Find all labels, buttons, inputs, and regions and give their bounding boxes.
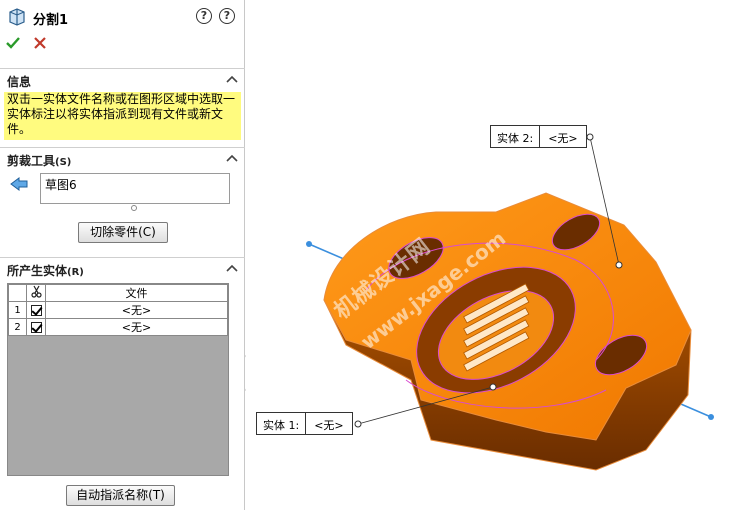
panel-titlebar: 分割1 ? ? (0, 0, 245, 34)
resulting-bodies-section-header[interactable]: 所产生实体(R) (0, 257, 245, 279)
body-1-label: 实体 1: (257, 413, 307, 434)
leader-anchor (489, 383, 497, 391)
graphics-area[interactable]: 机械设计网 www.jxage.com 实体 2: <无> 实体 1: <无> (246, 0, 748, 510)
resulting-bodies-section-title: 所产生实体(R) (7, 262, 84, 279)
info-section-title: 信息 (7, 75, 32, 89)
resulting-bodies-title-text: 所产生实体 (7, 264, 68, 278)
body-2-file[interactable]: <无> (540, 126, 585, 147)
body-checkbox[interactable] (30, 322, 42, 333)
chevron-up-icon[interactable] (226, 153, 238, 163)
chevron-up-icon[interactable] (226, 263, 238, 273)
resulting-bodies-table: 文件 1 <无> 2 <无> (7, 283, 229, 476)
body-checkbox-cell (26, 318, 46, 336)
scissors-column-header (26, 284, 46, 302)
chevron-up-icon[interactable] (226, 74, 238, 84)
trim-tools-title-key: (S) (55, 157, 72, 168)
cancel-button[interactable] (33, 36, 47, 50)
cut-part-button[interactable]: 切除零件(C) (78, 222, 168, 243)
axis-endpoint (708, 414, 714, 420)
split-feature-icon (9, 8, 25, 26)
trim-tool-selection-box[interactable]: 草图6 (40, 173, 230, 204)
file-column-header: 文件 (45, 284, 228, 302)
page-title: 分割1 (33, 13, 69, 28)
table-row[interactable]: 1 <无> (8, 301, 228, 319)
table-row[interactable]: 2 <无> (8, 318, 228, 336)
row-number: 2 (8, 318, 27, 336)
leader-anchor (586, 133, 594, 141)
selection-item-sketch[interactable]: 草图6 (45, 178, 77, 192)
trim-tools-section-header[interactable]: 剪裁工具(S) (0, 147, 245, 169)
body-1-file[interactable]: <无> (306, 413, 351, 434)
resulting-bodies-title-key: (R) (67, 267, 84, 278)
axis-endpoint (306, 241, 312, 247)
body-file-cell[interactable]: <无> (45, 318, 228, 336)
selection-box-resize-handle[interactable] (131, 205, 137, 211)
table-header-row: 文件 (8, 284, 228, 302)
body-file-cell[interactable]: <无> (45, 301, 228, 319)
body-2-label: 实体 2: (491, 126, 541, 147)
info-section-header[interactable]: 信息 (0, 68, 245, 90)
ok-button[interactable] (6, 36, 20, 50)
scissors-icon (30, 285, 42, 298)
leader-anchor (354, 420, 362, 428)
bodies-table-grid: 文件 1 <无> 2 <无> (8, 284, 228, 336)
leader-anchor (615, 261, 623, 269)
whats-new-button[interactable]: ? (196, 8, 212, 24)
body-2-callout[interactable]: 实体 2: <无> (490, 125, 587, 148)
body-checkbox[interactable] (30, 305, 42, 316)
body-checkbox-cell (26, 301, 46, 319)
help-button[interactable]: ? (219, 8, 235, 24)
auto-assign-names-button[interactable]: 自动指派名称(T) (66, 485, 175, 506)
body-1-callout[interactable]: 实体 1: <无> (256, 412, 353, 435)
row-number-header (8, 284, 27, 302)
row-number: 1 (8, 301, 27, 319)
trim-tools-section-title: 剪裁工具(S) (7, 152, 71, 169)
property-manager-panel: 分割1 ? ? 信息 双击一实体文件名称或在图形区域中选取一实体标注以将实体指派… (0, 0, 245, 510)
info-message: 双击一实体文件名称或在图形区域中选取一实体标注以将实体指派到现有文件或新文件。 (4, 92, 241, 140)
sketch-arrow-icon (10, 177, 28, 191)
trim-tools-title-text: 剪裁工具 (7, 154, 56, 168)
